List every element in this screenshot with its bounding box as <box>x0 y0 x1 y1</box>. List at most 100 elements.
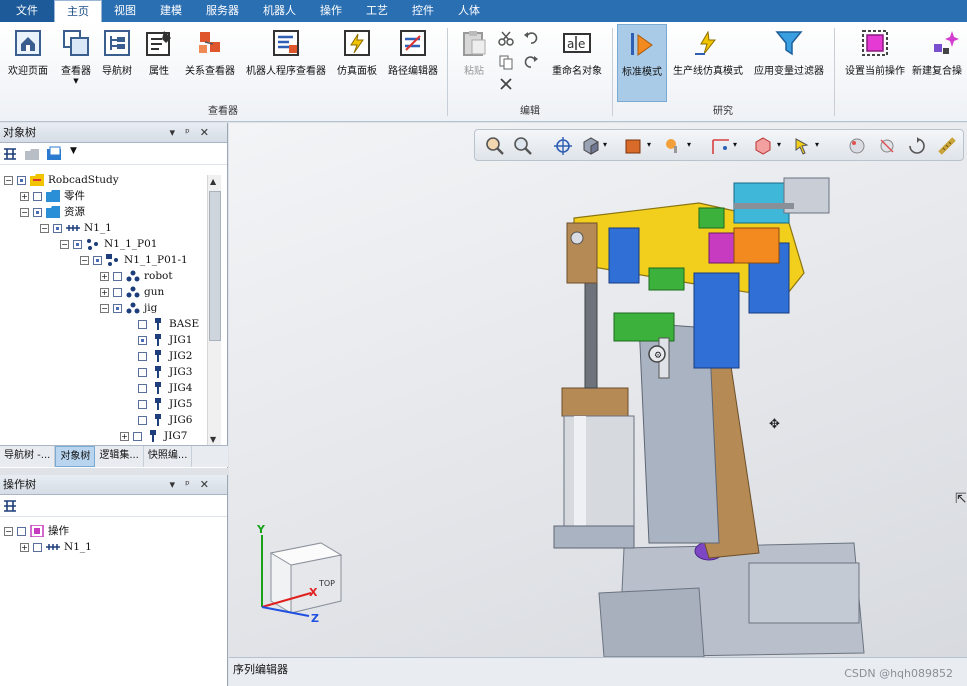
sequence-editor-bar[interactable]: 序列编辑器 CSDN @hqh089852 <box>229 657 967 686</box>
tree-row[interactable]: BASE <box>138 316 199 332</box>
collapse-toggle-icon[interactable]: − <box>60 239 69 249</box>
scroll-up-icon[interactable]: ▲ <box>210 177 216 186</box>
chevron-down-icon[interactable]: ▼ <box>70 146 77 156</box>
collapse-toggle-icon[interactable]: − <box>80 255 89 265</box>
tab-process[interactable]: 工艺 <box>354 0 400 22</box>
tree-row[interactable]: − jig <box>100 300 157 316</box>
visibility-checkbox[interactable] <box>113 287 122 297</box>
visibility-checkbox[interactable] <box>17 175 26 185</box>
scrollbar-thumb[interactable] <box>209 191 221 341</box>
chevron-down-icon[interactable]: ▾ <box>733 140 737 149</box>
path-editor-button[interactable]: 路径编辑器 <box>384 28 442 77</box>
chevron-down-icon[interactable]: ▾ <box>815 140 819 149</box>
tree-row[interactable]: + N1_1 <box>20 539 92 555</box>
visibility-checkbox[interactable] <box>33 207 42 217</box>
variable-filter-button[interactable]: 应用变量过滤器 <box>749 28 829 77</box>
tab-object-tree[interactable]: 对象树 <box>55 446 96 467</box>
pick-center-button[interactable] <box>553 136 573 156</box>
tree-row[interactable]: − N1_1_P01-1 <box>80 252 188 268</box>
attach-button[interactable] <box>877 136 897 156</box>
visibility-checkbox[interactable] <box>113 303 122 313</box>
redo-icon[interactable] <box>523 54 539 70</box>
tab-server[interactable]: 服务器 <box>194 0 251 22</box>
tree-row[interactable]: + 零件 <box>20 188 85 204</box>
visibility-checkbox[interactable] <box>17 526 26 536</box>
view-orientation-button[interactable] <box>581 136 601 156</box>
tab-home[interactable]: 主页 <box>54 0 102 22</box>
tree-row[interactable]: JIG1 <box>138 332 192 348</box>
tree-row[interactable]: + JIG7 <box>120 428 187 444</box>
visibility-checkbox[interactable] <box>138 367 147 377</box>
visibility-checkbox[interactable] <box>138 399 147 409</box>
collapse-toggle-icon[interactable]: − <box>100 303 109 313</box>
delete-icon[interactable] <box>498 76 514 92</box>
pin-icon[interactable]: ᵖ <box>185 126 200 139</box>
visibility-checkbox[interactable] <box>138 319 147 329</box>
set-current-operation-button[interactable]: 设置当前操作 <box>840 28 910 77</box>
placement-button[interactable] <box>847 136 867 156</box>
zoom-fit-button[interactable] <box>513 136 533 156</box>
tab-human[interactable]: 人体 <box>446 0 492 22</box>
expand-toggle-icon[interactable]: + <box>20 542 29 552</box>
tab-snapshot-editor[interactable]: 快照编... <box>144 446 193 467</box>
copy-icon[interactable] <box>498 54 514 70</box>
robot-program-viewer-button[interactable]: 机器人程序查看器 <box>242 28 330 77</box>
chevron-down-icon[interactable]: ▾ <box>603 140 607 149</box>
tree-row[interactable]: JIG2 <box>138 348 192 364</box>
chevron-down-icon[interactable]: ▾ <box>647 140 651 149</box>
chevron-down-icon[interactable]: ▾ <box>170 478 186 491</box>
standard-mode-button[interactable]: 标准模式 <box>617 24 667 102</box>
chevron-down-icon[interactable]: ▾ <box>687 140 691 149</box>
simulation-panel-button[interactable]: 仿真面板 <box>333 28 381 77</box>
close-icon[interactable]: ✕ <box>200 478 219 491</box>
new-compound-operation-button[interactable]: 新建复合操 <box>912 28 967 77</box>
collapse-toggle-icon[interactable]: − <box>4 526 13 536</box>
tree-row[interactable]: + robot <box>100 268 173 284</box>
tree-layout-icon[interactable] <box>2 498 18 514</box>
tree-row[interactable]: JIG4 <box>138 380 192 396</box>
folder-blue-icon[interactable] <box>46 146 64 162</box>
visibility-checkbox[interactable] <box>138 415 147 425</box>
tree-row[interactable]: − N1_1 <box>40 220 112 236</box>
properties-button[interactable]: 属性 <box>140 28 178 77</box>
tree-row[interactable]: JIG6 <box>138 412 192 428</box>
ruler-button[interactable] <box>937 136 957 156</box>
graphic-viewer[interactable]: ⚙ ✥ TOP Y X Z ⇱ ▾ ▾ ▾ ▾ ▾ ▾ <box>229 123 967 657</box>
tab-file[interactable]: 文件 <box>0 0 54 22</box>
rename-object-button[interactable]: ae 重命名对象 <box>546 28 608 77</box>
display-entities-button[interactable] <box>663 136 683 156</box>
visibility-checkbox[interactable] <box>93 255 102 265</box>
welcome-page-button[interactable]: 欢迎页面 <box>4 28 52 77</box>
close-icon[interactable]: ✕ <box>200 126 219 139</box>
chevron-down-icon[interactable]: ▾ <box>170 126 186 139</box>
visibility-checkbox[interactable] <box>53 223 62 233</box>
visibility-checkbox[interactable] <box>138 383 147 393</box>
view-cube[interactable]: TOP <box>269 542 343 614</box>
expand-toggle-icon[interactable]: + <box>100 271 109 281</box>
relation-viewer-button[interactable]: 关系查看器 <box>181 28 239 77</box>
tree-row[interactable]: − N1_1_P01 <box>60 236 157 252</box>
folder-gray-icon[interactable] <box>24 146 40 162</box>
visibility-checkbox[interactable] <box>113 271 122 281</box>
pick-filter-button[interactable] <box>793 136 813 156</box>
expand-toggle-icon[interactable]: + <box>20 191 29 201</box>
tab-robot[interactable]: 机器人 <box>251 0 308 22</box>
paste-button[interactable]: 粘贴 <box>455 28 493 77</box>
chevron-down-icon[interactable]: ▾ <box>777 140 781 149</box>
zoom-in-button[interactable] <box>485 136 505 156</box>
visibility-checkbox[interactable] <box>33 191 42 201</box>
navigation-tree-button[interactable]: 导航树 <box>98 28 136 77</box>
pin-icon[interactable]: ᵖ <box>185 478 200 491</box>
tree-scrollbar[interactable]: ▲ ▼ <box>207 175 221 446</box>
tree-row[interactable]: − RobcadStudy <box>4 172 119 188</box>
visibility-checkbox[interactable] <box>73 239 82 249</box>
tab-view[interactable]: 视图 <box>102 0 148 22</box>
scroll-down-icon[interactable]: ▼ <box>210 435 216 444</box>
expand-toggle-icon[interactable]: + <box>100 287 109 297</box>
tab-modeling[interactable]: 建模 <box>148 0 194 22</box>
cut-icon[interactable] <box>498 30 514 46</box>
viewer-button[interactable]: 查看器 ▼ <box>56 28 96 85</box>
visibility-checkbox[interactable] <box>138 335 147 345</box>
tree-row[interactable]: + gun <box>100 284 164 300</box>
visibility-checkbox[interactable] <box>33 542 42 552</box>
